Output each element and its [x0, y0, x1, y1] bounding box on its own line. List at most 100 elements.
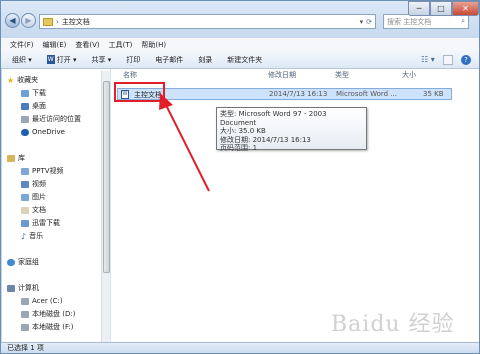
sidebar-item-recent[interactable]: 最近访问的位置	[21, 114, 81, 124]
sidebar-item-label: 本地磁盘 (D:)	[32, 310, 76, 318]
sidebar-item-label: Acer (C:)	[32, 297, 63, 305]
sidebar-item-label: 下载	[32, 89, 46, 97]
search-icon[interactable]: ⌕	[461, 17, 465, 26]
column-size[interactable]: 大小	[402, 69, 416, 81]
sidebar-item-label: 视频	[32, 180, 46, 188]
sidebar-scrollbar[interactable]	[101, 71, 110, 342]
thunder-download-icon	[21, 219, 29, 227]
pictures-icon	[21, 193, 29, 201]
menu-tools[interactable]: 工具(T)	[109, 40, 133, 50]
sidebar-item-onedrive[interactable]: OneDrive	[21, 127, 65, 137]
status-bar: 已选择 1 项	[1, 342, 479, 353]
organize-button[interactable]: 组织 ▾	[12, 55, 32, 65]
sidebar-item-label: 本地磁盘 (F:)	[32, 323, 74, 331]
sidebar-item-downloads[interactable]: 下载	[21, 88, 46, 98]
column-type[interactable]: 类型	[335, 69, 349, 81]
sidebar-item-pptv[interactable]: PPTV视频	[21, 166, 64, 176]
sidebar-item-videos[interactable]: 视频	[21, 179, 46, 189]
favorites-header[interactable]: ★ 收藏夹	[7, 75, 38, 85]
video-library-icon	[21, 167, 29, 175]
download-folder-icon	[21, 89, 29, 97]
search-placeholder: 搜索 主控文档	[387, 17, 432, 26]
address-bar-area: ◀ ▶ › 主控文档 ▾ ⟳ 搜索 主控文档 ⌕ ─ □ ✕	[1, 1, 479, 38]
libraries-label: 库	[18, 154, 25, 162]
drive-icon	[21, 323, 29, 331]
sidebar-item-thunder[interactable]: 迅雷下载	[21, 218, 60, 228]
menu-view[interactable]: 查看(V)	[75, 40, 99, 50]
chevron-right-icon: ›	[56, 17, 59, 26]
computer-label: 计算机	[18, 284, 39, 292]
sidebar-item-label: 家庭组	[18, 258, 39, 266]
libraries-header[interactable]: 库	[7, 153, 25, 163]
tooltip-pages: 页码范围: 1	[220, 144, 258, 152]
menu-file[interactable]: 文件(F)	[10, 40, 34, 50]
library-icon	[7, 154, 15, 162]
homegroup-icon	[7, 258, 15, 266]
print-button[interactable]: 打印	[126, 55, 140, 65]
sidebar-item-label: 桌面	[32, 102, 46, 110]
address-box[interactable]: › 主控文档 ▾ ⟳	[39, 14, 376, 29]
sidebar-item-label: 音乐	[29, 232, 44, 240]
menu-edit[interactable]: 编辑(E)	[43, 40, 67, 50]
music-icon: ♪	[21, 231, 27, 241]
star-icon: ★	[7, 75, 15, 85]
word-icon: W	[46, 55, 55, 64]
file-size: 35 KB	[423, 90, 444, 98]
help-icon[interactable]: ?	[461, 54, 471, 65]
sidebar-item-label: OneDrive	[32, 128, 65, 136]
sidebar-item-label: PPTV视频	[32, 167, 64, 175]
view-options-icon[interactable]: ☷ ▾	[421, 55, 435, 64]
explorer-window: ◀ ▶ › 主控文档 ▾ ⟳ 搜索 主控文档 ⌕ ─ □ ✕ 文件(F) 编辑(…	[0, 0, 480, 354]
command-bar: 组织 ▾ W 打开 ▾ 共享 ▾ 打印 电子邮件 刻录 新建文件夹 ☷ ▾ ?	[1, 51, 479, 69]
status-text: 已选择 1 项	[7, 344, 44, 352]
sidebar-item-music[interactable]: ♪ 音乐	[21, 231, 43, 241]
file-modified: 2014/7/13 16:13	[269, 90, 328, 98]
sidebar-item-label: 迅雷下载	[32, 219, 60, 227]
sidebar-item-desktop[interactable]: 桌面	[21, 101, 46, 111]
menu-help[interactable]: 帮助(H)	[141, 40, 166, 50]
drive-icon	[21, 310, 29, 318]
menu-bar: 文件(F) 编辑(E) 查看(V) 工具(T) 帮助(H)	[1, 38, 479, 51]
address-current: 主控文档	[61, 17, 90, 26]
desktop-icon	[21, 102, 29, 110]
sidebar-item-homegroup[interactable]: 家庭组	[7, 257, 39, 267]
open-button[interactable]: W 打开 ▾	[46, 55, 77, 65]
burn-button[interactable]: 刻录	[198, 55, 212, 65]
folder-icon	[43, 17, 53, 26]
share-button[interactable]: 共享 ▾	[92, 55, 112, 65]
computer-icon	[7, 284, 15, 292]
drive-icon	[21, 297, 29, 305]
column-modified[interactable]: 修改日期	[268, 69, 296, 81]
sidebar-item-label: 最近访问的位置	[32, 115, 81, 123]
computer-header[interactable]: 计算机	[7, 283, 39, 293]
sidebar-item-drive-c[interactable]: Acer (C:)	[21, 296, 63, 306]
file-type: Microsoft Word ...	[336, 90, 397, 98]
open-label: 打开 ▾	[56, 55, 77, 64]
file-tooltip: 类型: Microsoft Word 97 - 2003 Document 大小…	[216, 107, 367, 152]
new-folder-button[interactable]: 新建文件夹	[227, 55, 262, 65]
email-button[interactable]: 电子邮件	[155, 55, 183, 65]
back-button[interactable]: ◀	[5, 13, 20, 28]
scrollbar-thumb[interactable]	[103, 81, 110, 273]
sidebar-item-documents[interactable]: 文档	[21, 205, 46, 215]
tooltip-modified: 修改日期: 2014/7/13 16:13	[220, 135, 311, 144]
favorites-label: 收藏夹	[17, 76, 39, 84]
red-arrow-annotation	[159, 93, 210, 192]
sidebar-item-drive-f[interactable]: 本地磁盘 (F:)	[21, 322, 74, 332]
forward-button[interactable]: ▶	[21, 13, 36, 28]
close-button[interactable]: ✕	[452, 1, 479, 16]
onedrive-icon	[21, 128, 29, 136]
documents-icon	[21, 206, 29, 214]
watermark: Baidu 经验	[331, 312, 455, 337]
maximize-button[interactable]: □	[430, 1, 452, 16]
minimize-button[interactable]: ─	[408, 1, 430, 16]
preview-pane-icon[interactable]	[443, 54, 453, 65]
search-input[interactable]: 搜索 主控文档 ⌕	[383, 14, 469, 29]
refresh-icon[interactable]: ⟳	[366, 18, 372, 26]
sidebar-item-drive-d[interactable]: 本地磁盘 (D:)	[21, 309, 75, 319]
sidebar-item-pictures[interactable]: 图片	[21, 192, 46, 202]
column-name[interactable]: 名称	[123, 69, 137, 81]
navigation-pane: ★ 收藏夹 下载 桌面 最近访问的位置 OneDrive 库 PPTV视频 视频…	[2, 69, 111, 342]
chevron-down-icon[interactable]: ▾	[360, 18, 364, 26]
sidebar-item-label: 图片	[32, 193, 46, 201]
